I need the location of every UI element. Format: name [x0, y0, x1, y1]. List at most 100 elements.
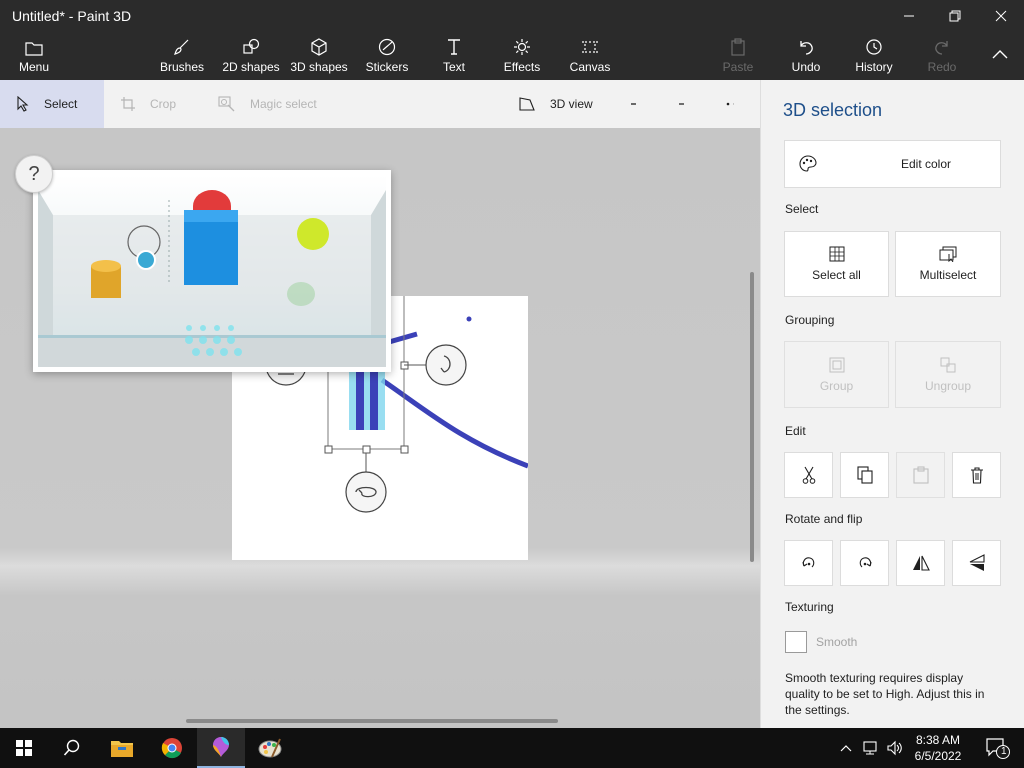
room-floor-edge	[38, 335, 386, 338]
paste-icon	[731, 38, 745, 56]
cut-button[interactable]	[784, 452, 833, 498]
text-label: Text	[442, 60, 465, 74]
group-button[interactable]: Group	[784, 341, 889, 408]
speaker-icon	[887, 740, 902, 756]
zoom-out-button[interactable]	[630, 80, 650, 128]
brushes-button[interactable]: Brushes	[158, 32, 206, 80]
taskbar-search-button[interactable]	[48, 728, 96, 768]
chrome-button[interactable]	[148, 728, 196, 768]
ungroup-label: Ungroup	[924, 378, 972, 393]
history-label: History	[855, 60, 893, 74]
rotate-right-button[interactable]	[840, 540, 889, 586]
network-icon	[863, 741, 877, 755]
magic-select-icon	[218, 96, 235, 112]
rotate-y-handle[interactable]	[345, 471, 387, 513]
brush-icon	[174, 39, 189, 55]
figure-highlight	[349, 370, 385, 430]
delete-button[interactable]	[952, 452, 1001, 498]
minimize-button[interactable]	[886, 0, 932, 32]
collapse-ribbon-button[interactable]	[986, 32, 1014, 80]
paste-label: Paste	[722, 60, 754, 74]
paint-3d-icon	[213, 737, 229, 757]
effects-button[interactable]: Effects	[500, 32, 544, 80]
window-title: Untitled* - Paint 3D	[12, 8, 132, 24]
select-tool[interactable]: Select	[0, 80, 104, 128]
3d-view-icon	[519, 97, 535, 111]
notification-count-badge: 1	[1001, 746, 1007, 757]
restore-icon	[949, 10, 961, 22]
taskbar: 8:38 AM 6/5/2022 1	[0, 728, 1024, 768]
pointer-icon	[17, 96, 29, 112]
paint-palette-icon	[258, 738, 282, 758]
canvas-label: Canvas	[569, 60, 611, 74]
multiselect-label: Multiselect	[919, 268, 977, 282]
cursor-touch-point	[136, 250, 156, 270]
resize-handle[interactable]	[400, 445, 409, 454]
rotate-left-button[interactable]	[784, 540, 833, 586]
3d-view-toggle[interactable]: 3D view	[518, 80, 608, 128]
multiselect-button[interactable]: Multiselect	[895, 231, 1001, 297]
taskbar-clock[interactable]: 8:38 AM 6/5/2022	[904, 732, 972, 764]
menu-button[interactable]: Menu	[12, 32, 56, 80]
help-button[interactable]: ?	[15, 155, 53, 193]
paste-button[interactable]: Paste	[718, 32, 758, 80]
smooth-label: Smooth	[816, 635, 858, 649]
start-button[interactable]	[0, 728, 48, 768]
stickers-label: Stickers	[365, 60, 409, 74]
plus-icon	[679, 103, 684, 105]
cube-icon	[311, 38, 327, 56]
copy-button[interactable]	[840, 452, 889, 498]
stickers-button[interactable]: Stickers	[362, 32, 412, 80]
clock-date: 6/5/2022	[914, 749, 962, 763]
3d-shapes-button[interactable]: 3D shapes	[288, 32, 350, 80]
copy-icon	[856, 466, 873, 484]
flip-vertical-button[interactable]	[952, 540, 1001, 586]
file-explorer-button[interactable]	[98, 728, 146, 768]
minus-icon	[631, 103, 636, 105]
select-all-icon	[829, 246, 844, 262]
action-center-button[interactable]: 1	[978, 728, 1018, 768]
canvas-icon	[582, 41, 598, 53]
edit-color-button[interactable]: Edit color	[784, 140, 1001, 188]
text-button[interactable]: Text	[436, 32, 472, 80]
undo-label: Undo	[791, 60, 821, 74]
2d-shapes-button[interactable]: 2D shapes	[220, 32, 282, 80]
select-all-button[interactable]: Select all	[784, 231, 889, 297]
effects-label: Effects	[503, 60, 541, 74]
group-icon	[829, 357, 844, 372]
rotate-right-icon	[859, 557, 872, 568]
zoom-in-button[interactable]	[678, 80, 698, 128]
network-button[interactable]	[860, 728, 882, 768]
paste-icon	[912, 466, 929, 484]
paint-button[interactable]	[246, 728, 294, 768]
show-hidden-icons-button[interactable]	[836, 728, 856, 768]
history-button[interactable]: History	[852, 32, 896, 80]
canvas-button[interactable]: Canvas	[568, 32, 612, 80]
paint-3d-taskbar-button[interactable]	[197, 728, 245, 768]
magic-select-tool[interactable]: Magic select	[218, 80, 328, 128]
horizontal-scrollbar[interactable]	[186, 719, 558, 723]
resize-handle[interactable]	[324, 445, 333, 454]
redo-button[interactable]: Redo	[922, 32, 962, 80]
crop-label: Crop	[150, 97, 177, 111]
vertical-scrollbar[interactable]	[750, 272, 754, 562]
undo-icon	[800, 41, 813, 55]
paste-panel-button[interactable]	[896, 452, 945, 498]
volume-button[interactable]	[884, 728, 906, 768]
flip-horizontal-button[interactable]	[896, 540, 945, 586]
select-label: Select	[44, 97, 78, 111]
resize-handle[interactable]	[362, 445, 371, 454]
smooth-checkbox[interactable]	[785, 631, 807, 653]
undo-button[interactable]: Undo	[786, 32, 826, 80]
ungroup-button[interactable]: Ungroup	[895, 341, 1001, 408]
2d-shapes-label: 2D shapes	[222, 60, 280, 74]
ink-dot	[466, 316, 472, 322]
rotate-z-handle[interactable]	[425, 344, 467, 386]
chrome-icon	[161, 738, 182, 759]
help-tip-animation	[38, 175, 386, 367]
sun-icon	[514, 39, 530, 55]
crop-tool[interactable]: Crop	[120, 80, 190, 128]
restore-button[interactable]	[932, 0, 978, 32]
close-button[interactable]	[978, 0, 1024, 32]
more-options-button[interactable]	[726, 80, 748, 128]
